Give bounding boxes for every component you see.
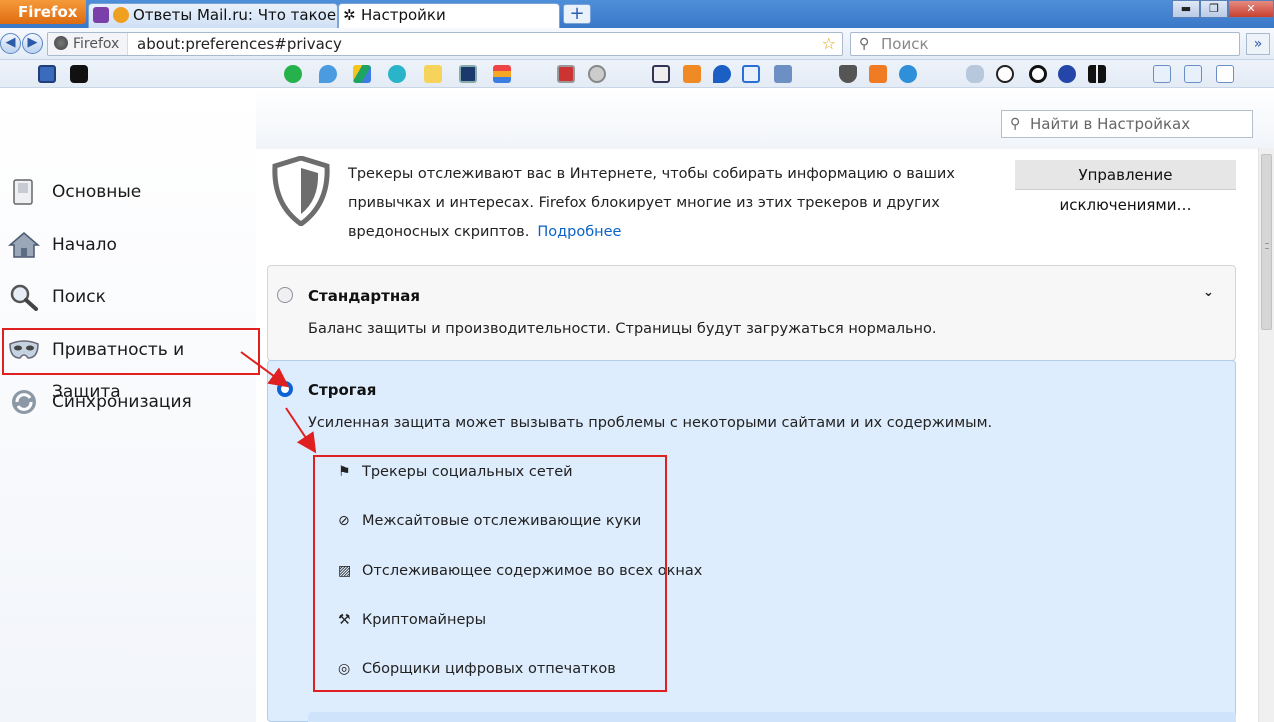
standard-description: Баланс защиты и производительности. Стра… [308, 321, 937, 337]
search-placeholder: Поиск [881, 35, 929, 53]
extensions-toolbar [0, 60, 1274, 88]
strict-radio[interactable] [277, 381, 293, 397]
sidebar-item-general[interactable]: Основные [0, 171, 256, 213]
clock-icon[interactable] [588, 65, 606, 83]
toolbar-overflow-button[interactable]: » [1246, 33, 1270, 55]
new-tab-button[interactable]: + [563, 4, 591, 24]
water-drop-icon[interactable] [713, 65, 731, 83]
forward-button[interactable]: ▶ [22, 33, 43, 54]
black-phone-icon[interactable] [70, 65, 88, 83]
google-drive-icon[interactable] [353, 65, 371, 83]
sidebar-item-search[interactable]: Поиск [0, 276, 256, 318]
firefox-icon [54, 36, 68, 50]
annotation-highlight-features [313, 455, 667, 692]
manage-exceptions-button[interactable]: Управление исключениями… [1015, 160, 1236, 214]
strict-title: Строгая [308, 381, 377, 399]
search-input[interactable]: ⚲ Поиск [850, 32, 1240, 56]
tab-label: Настройки [361, 6, 446, 24]
vpn-globe-icon[interactable] [1058, 65, 1076, 83]
sidebar-item-label: Синхронизация [52, 392, 192, 412]
identity-label: Firefox [73, 36, 120, 52]
restore-button[interactable]: ❐ [1200, 0, 1228, 18]
sync-icon[interactable] [996, 65, 1014, 83]
stack-icon[interactable] [493, 65, 511, 83]
magnifier-icon[interactable] [1153, 65, 1171, 83]
rss-icon[interactable] [683, 65, 701, 83]
star-frame-icon[interactable] [459, 65, 477, 83]
tab-mailru[interactable]: Ответы Mail.ru: Что такое [88, 3, 338, 28]
note-icon[interactable] [424, 65, 442, 83]
download-arrow-icon[interactable] [774, 65, 792, 83]
window-icon[interactable] [38, 65, 56, 83]
parking-icon[interactable] [388, 65, 406, 83]
trash-icon[interactable] [869, 65, 887, 83]
strict-description: Усиленная защита может вызывать проблемы… [308, 415, 993, 431]
mask-icon[interactable] [966, 65, 984, 83]
close-button[interactable]: ✕ [1228, 0, 1274, 18]
shield-icon [272, 156, 330, 226]
tracking-description-text: Трекеры отслеживают вас в Интернете, что… [348, 166, 955, 240]
standard-title: Стандартная [308, 287, 420, 305]
navigation-bar: ◀ ▶ Firefox about:preferences#privacy ☆ … [0, 28, 1274, 60]
annotation-highlight-privacy [2, 328, 260, 375]
clipboard-icon[interactable] [557, 65, 575, 83]
drop-icon[interactable] [319, 65, 337, 83]
window-controls: ▬ ❐ ✕ [1172, 0, 1274, 20]
chevron-down-icon[interactable]: ⌄ [1203, 285, 1214, 300]
download-icon[interactable] [742, 65, 760, 83]
minimize-button[interactable]: ▬ [1172, 0, 1200, 18]
sidebar-item-sync[interactable]: Синхронизация [0, 381, 256, 423]
tab-settings[interactable]: ✲ Настройки [338, 3, 560, 28]
house-icon [8, 232, 40, 258]
circle-icon[interactable] [1029, 65, 1047, 83]
sidebar-item-label: Основные [52, 182, 142, 202]
search-icon: ⚲ [1010, 116, 1021, 132]
globe-icon[interactable] [899, 65, 917, 83]
mailru-favicon-icon [93, 7, 109, 23]
find-in-preferences-input[interactable]: ⚲ Найти в Настройках [1001, 110, 1253, 138]
chart-icon[interactable] [1184, 65, 1202, 83]
learn-more-link[interactable]: Подробнее [537, 224, 621, 240]
content-scrollbar[interactable] [1258, 148, 1274, 722]
answers-favicon-icon [113, 7, 129, 23]
tab-label: Ответы Mail.ru: Что такое [133, 6, 337, 24]
find-placeholder: Найти в Настройках [1030, 115, 1191, 133]
sidebar-item-label: Поиск [52, 287, 106, 307]
sidebar-item-home[interactable]: Начало [0, 224, 256, 266]
magnifier-icon [10, 284, 38, 311]
ublock-icon[interactable] [839, 65, 857, 83]
standard-radio[interactable] [277, 287, 293, 303]
sync-icon [12, 390, 36, 414]
arrow-left-icon: ◀ [5, 35, 16, 50]
standard-option-card[interactable] [267, 265, 1236, 361]
arrow-right-icon: ▶ [27, 35, 38, 50]
tab-strip: Firefox Ответы Mail.ru: Что такое ✲ Настр… [0, 0, 1274, 28]
url-bar[interactable]: Firefox about:preferences#privacy ☆ [47, 32, 843, 56]
whatsapp-icon[interactable] [284, 65, 302, 83]
scrollbar-thumb[interactable] [1261, 154, 1272, 330]
search-icon: ⚲ [859, 36, 870, 52]
url-text[interactable]: about:preferences#privacy [137, 33, 342, 55]
gear-icon: ✲ [343, 6, 356, 24]
sidebar-item-label: Начало [52, 235, 117, 255]
switch-icon [13, 179, 33, 205]
firefox-menu-button[interactable]: Firefox [0, 0, 86, 24]
custom-option-card-top [308, 712, 1236, 722]
mail-icon[interactable] [652, 65, 670, 83]
badge-x-icon[interactable] [1216, 65, 1234, 83]
back-button[interactable]: ◀ [0, 33, 21, 54]
scroll-grip-icon [1265, 243, 1269, 249]
bookmark-star-icon[interactable]: ☆ [822, 33, 836, 55]
identity-box[interactable]: Firefox [48, 33, 129, 55]
tracking-description: Трекеры отслеживают вас в Интернете, что… [348, 160, 988, 247]
grid-plus-icon[interactable] [1088, 65, 1106, 83]
